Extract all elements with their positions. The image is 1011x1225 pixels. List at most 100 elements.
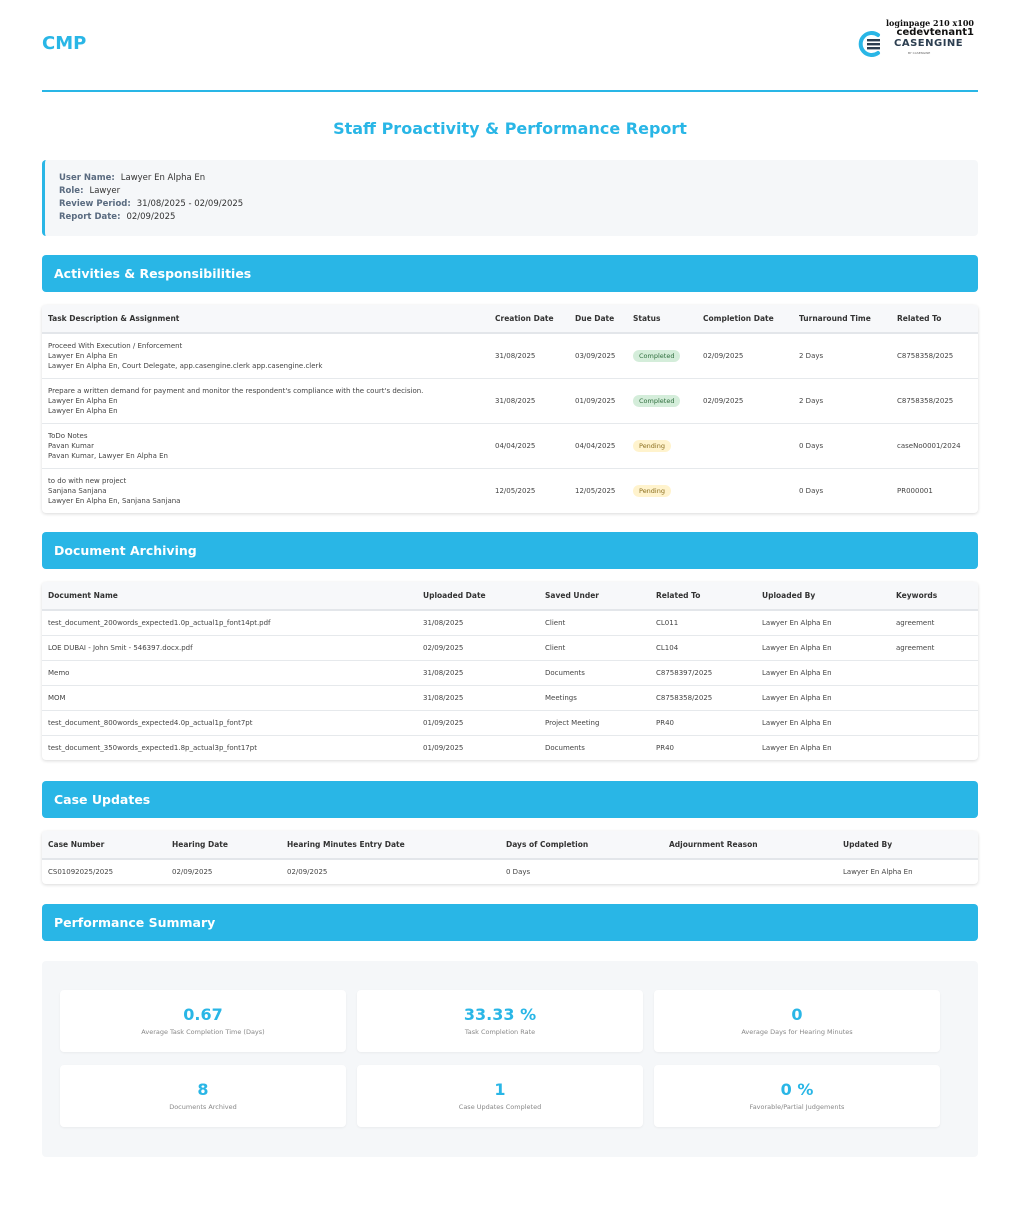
info-row-role: Role: Lawyer	[59, 185, 964, 198]
section-heading-activities: Activities & Responsibilities	[42, 255, 978, 292]
minutes-entry-date: 02/09/2025	[287, 868, 328, 876]
status-badge: Completed	[633, 349, 681, 362]
metric-card: 0.67 Average Task Completion Time (Days)	[60, 990, 346, 1052]
table-row: ToDo Notes Pavan Kumar Pavan Kumar, Lawyer…	[42, 423, 978, 469]
metric-label: Documents Archived	[169, 1103, 237, 1111]
column-header: Adjournment Reason	[663, 831, 837, 860]
creation-date: 12/05/2025	[495, 486, 536, 495]
report-title: Staff Proactivity & Performance Report	[333, 119, 687, 138]
column-header: Task Description & Assignment	[42, 305, 489, 334]
task-title: Prepare a written demand for payment and…	[48, 386, 424, 395]
table-row: LOE DUBAI - John Smit - 546397.docx.pdf …	[42, 635, 978, 661]
completion-date: 02/09/2025	[697, 378, 793, 424]
related-to: CL011	[650, 610, 756, 636]
table-row: test_document_200words_expected1.0p_actu…	[42, 610, 978, 636]
column-header: Completion Date	[697, 305, 793, 334]
table-row: Proceed With Execution / Enforcement Lawy…	[42, 333, 978, 379]
task-assignees: Pavan Kumar, Lawyer En Alpha En	[48, 451, 168, 460]
column-header: Uploaded Date	[417, 582, 539, 611]
column-header: Hearing Minutes Entry Date	[281, 831, 500, 860]
logo-subtext: BY CASENGINE	[908, 51, 931, 55]
table-row: test_document_350words_expected1.8p_actu…	[42, 735, 978, 760]
column-header: Due Date	[569, 305, 627, 334]
turnaround-time: 2 Days	[793, 333, 891, 379]
table-header-row: Case Number Hearing Date Hearing Minutes…	[42, 831, 978, 860]
table-row: CS01092025/2025 02/09/2025 02/09/2025 0 …	[42, 859, 978, 884]
task-assigner: Pavan Kumar	[48, 441, 94, 450]
saved-under: Project Meeting	[539, 710, 650, 736]
column-header: Keywords	[890, 582, 978, 611]
report-info-box: User Name: Lawyer En Alpha En Role: Lawyer…	[42, 160, 978, 236]
due-date: 04/04/2025	[569, 423, 627, 469]
task-assigner: Lawyer En Alpha En	[48, 351, 118, 360]
column-header: Updated By	[837, 831, 978, 860]
hearing-date: 02/09/2025	[172, 868, 213, 876]
info-value: Lawyer En Alpha En	[120, 173, 206, 183]
report-header: CMP loginpage 210 x100 cedevtenant1 CASE…	[42, 0, 978, 92]
days-of-completion: 0 Days	[506, 868, 531, 876]
table-header-row: Task Description & Assignment Creation D…	[42, 305, 978, 334]
performance-summary-panel: 0.67 Average Task Completion Time (Days)…	[42, 961, 978, 1157]
uploaded-date: 02/09/2025	[417, 635, 539, 661]
casengine-logo-icon	[858, 31, 880, 57]
info-value: Lawyer	[89, 186, 121, 196]
turnaround-time: 0 Days	[793, 423, 891, 469]
task-title: to do with new project	[48, 476, 127, 485]
due-date: 01/09/2025	[569, 378, 627, 424]
keywords: agreement	[890, 610, 978, 636]
task-title: ToDo Notes	[48, 431, 88, 440]
info-value: 31/08/2025 - 02/09/2025	[136, 199, 244, 209]
metric-card: 8 Documents Archived	[60, 1065, 346, 1127]
column-header: Related To	[650, 582, 756, 611]
uploaded-by: Lawyer En Alpha En	[756, 710, 890, 736]
activities-table: Task Description & Assignment Creation D…	[42, 305, 978, 513]
metric-value: 0 %	[780, 1080, 814, 1099]
column-header: Hearing Date	[166, 831, 281, 860]
uploaded-date: 31/08/2025	[417, 660, 539, 686]
related-to: PR000001	[897, 486, 933, 495]
section-heading-performance: Performance Summary	[42, 904, 978, 941]
task-assigner: Lawyer En Alpha En	[48, 396, 118, 405]
case-updates-table-card: Case Number Hearing Date Hearing Minutes…	[42, 831, 978, 884]
due-date: 03/09/2025	[569, 333, 627, 379]
table-row: test_document_800words_expected4.0p_actu…	[42, 710, 978, 736]
column-header: Turnaround Time	[793, 305, 891, 334]
document-name: LOE DUBAI - John Smit - 546397.docx.pdf	[42, 635, 417, 661]
column-header: Days of Completion	[500, 831, 663, 860]
task-description: Prepare a written demand for payment and…	[42, 378, 489, 424]
column-header: Saved Under	[539, 582, 650, 611]
completion-date	[697, 423, 793, 469]
table-row: MOM 31/08/2025 Meetings C8758358/2025 La…	[42, 685, 978, 711]
metric-label: Average Task Completion Time (Days)	[141, 1028, 265, 1036]
metric-value: 1	[494, 1080, 506, 1099]
column-header: Uploaded By	[756, 582, 890, 611]
info-label: Report Date:	[59, 212, 121, 222]
section-heading-case-updates: Case Updates	[42, 781, 978, 818]
related-to: C8758397/2025	[650, 660, 756, 686]
adjournment-reason	[663, 859, 837, 884]
metric-value: 33.33 %	[463, 1005, 537, 1024]
uploaded-by: Lawyer En Alpha En	[756, 660, 890, 686]
related-to: C8758358/2025	[891, 333, 978, 379]
tenant-name: cedevtenant1	[896, 27, 974, 38]
related-to: CL104	[650, 635, 756, 661]
task-description: Proceed With Execution / Enforcement Lawy…	[42, 333, 489, 379]
metric-card: 0 % Favorable/Partial Judgements	[654, 1065, 940, 1127]
completion-date: 02/09/2025	[697, 333, 793, 379]
company-logo: loginpage 210 x100 cedevtenant1 CASENGIN…	[856, 18, 976, 62]
creation-date: 31/08/2025	[489, 333, 569, 379]
info-label: Role:	[59, 186, 84, 196]
saved-under: Client	[539, 635, 650, 661]
keywords	[890, 710, 978, 736]
updated-by: Lawyer En Alpha En	[843, 868, 913, 876]
document-name: Memo	[42, 660, 417, 686]
info-label: User Name:	[59, 173, 115, 183]
task-description: ToDo Notes Pavan Kumar Pavan Kumar, Lawyer…	[42, 423, 489, 469]
task-assignees: Lawyer En Alpha En, Sanjana Sanjana	[48, 496, 181, 505]
document-name: test_document_350words_expected1.8p_actu…	[48, 743, 257, 752]
uploaded-date: 01/09/2025	[417, 710, 539, 736]
saved-under: Meetings	[539, 685, 650, 711]
info-row-period: Review Period: 31/08/2025 - 02/09/2025	[59, 198, 964, 211]
uploaded-date: 31/08/2025	[417, 685, 539, 711]
info-row-user: User Name: Lawyer En Alpha En	[59, 172, 964, 185]
